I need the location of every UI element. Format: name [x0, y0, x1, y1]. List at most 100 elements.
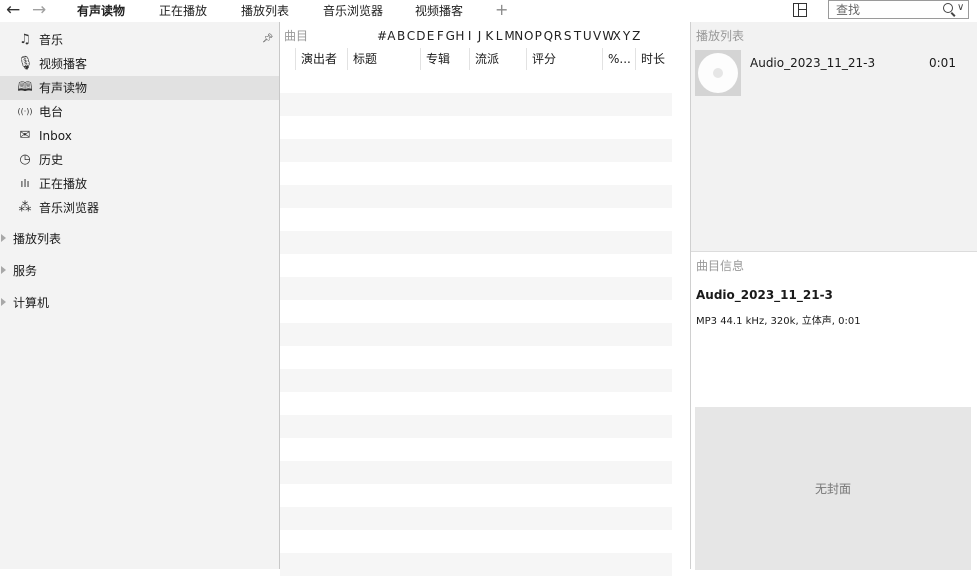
- empty-track-row: [280, 438, 672, 461]
- column-header-duration[interactable]: 时长: [635, 48, 672, 70]
- sidebar-item-history[interactable]: ◷ 历史: [0, 148, 279, 172]
- alphabet-index-letter[interactable]: H: [455, 29, 464, 43]
- alphabet-index-letter[interactable]: G: [446, 29, 455, 43]
- equalizer-icon: ılı: [20, 177, 30, 190]
- alphabet-index-letter[interactable]: F: [436, 29, 445, 43]
- mail-icon: ✉: [19, 128, 31, 143]
- sidebar-group-label: 服务: [13, 264, 38, 278]
- column-header-album[interactable]: 专辑: [420, 48, 469, 70]
- right-info-pane: 播放列表 Audio_2023_11_21-3 0:01 曲目信息 Audio_…: [690, 22, 977, 570]
- empty-track-row: [280, 300, 672, 323]
- track-info-section-title: 曲目信息: [696, 259, 745, 273]
- playlist-item[interactable]: Audio_2023_11_21-3 0:01: [691, 48, 977, 101]
- column-header-rating[interactable]: 评分: [526, 48, 602, 70]
- playlist-item-duration: 0:01: [929, 56, 956, 70]
- tab-video-podcasts[interactable]: 视频播客: [415, 4, 463, 18]
- sidebar-item-radio[interactable]: ((·)) 电台: [0, 100, 279, 124]
- alphabet-index-letter[interactable]: Y: [622, 29, 631, 43]
- column-header-label: 时长: [641, 52, 666, 66]
- sidebar-item-label: 历史: [39, 153, 64, 167]
- sidebar-group-services[interactable]: 服务: [0, 260, 279, 282]
- empty-track-row: [280, 70, 672, 93]
- sidebar-item-audiobooks[interactable]: 🕮 有声读物: [0, 76, 279, 100]
- expand-arrow-icon[interactable]: [1, 266, 6, 274]
- track-info-title: Audio_2023_11_21-3: [696, 288, 833, 302]
- music-note-icon: ♫: [19, 32, 31, 47]
- sidebar-item-label: 正在播放: [39, 177, 88, 191]
- alphabet-index-letter[interactable]: P: [534, 29, 543, 43]
- chevron-down-icon[interactable]: ∨: [957, 2, 964, 13]
- empty-track-row: [280, 208, 672, 231]
- microphone-icon: 🎙: [17, 56, 34, 71]
- no-cover-label: 无封面: [814, 482, 851, 496]
- alphabet-index-letter[interactable]: E: [426, 29, 435, 43]
- alphabet-index-letter[interactable]: X: [612, 29, 621, 43]
- column-header-percent[interactable]: %...: [602, 48, 635, 70]
- expand-arrow-icon[interactable]: [1, 298, 6, 306]
- layout-panel-icon[interactable]: [793, 3, 807, 17]
- empty-track-row: [280, 415, 672, 438]
- alphabet-index-letter[interactable]: K: [485, 29, 494, 43]
- sidebar-item-music[interactable]: ♫ 音乐: [0, 28, 279, 52]
- book-icon: 🕮: [17, 80, 33, 95]
- sidebar-group-label: 计算机: [13, 296, 50, 310]
- alphabet-index-letter[interactable]: R: [553, 29, 562, 43]
- alphabet-index-letter[interactable]: L: [495, 29, 504, 43]
- empty-track-row: [280, 507, 672, 530]
- tab-music-browser[interactable]: 音乐浏览器: [323, 4, 383, 18]
- add-tab-icon[interactable]: +: [495, 1, 508, 19]
- forward-arrow-icon[interactable]: →: [32, 1, 46, 19]
- search-icon[interactable]: [943, 3, 953, 13]
- sidebar-item-label: 音乐: [39, 33, 64, 47]
- back-arrow-icon[interactable]: ←: [6, 1, 20, 19]
- sidebar-group-label: 播放列表: [13, 232, 62, 246]
- alphabet-index-letter[interactable]: #: [377, 29, 387, 43]
- alphabet-index-letter[interactable]: O: [524, 29, 533, 43]
- column-header-label: %...: [608, 52, 631, 66]
- alphabet-index-letter[interactable]: C: [406, 29, 415, 43]
- alphabet-index-letter[interactable]: Q: [544, 29, 553, 43]
- empty-track-row: [280, 116, 672, 139]
- empty-track-row: [280, 369, 672, 392]
- sidebar-item-now-playing[interactable]: ılı 正在播放: [0, 172, 279, 196]
- alphabet-index-letter[interactable]: V: [593, 29, 602, 43]
- alphabet-index-letter[interactable]: D: [416, 29, 425, 43]
- album-cover-placeholder: 无封面: [695, 407, 971, 570]
- alphabet-index-letter[interactable]: B: [397, 29, 406, 43]
- alphabet-index-letter[interactable]: J: [475, 29, 484, 43]
- alphabet-index-letter[interactable]: Z: [632, 29, 641, 43]
- sidebar-item-music-browser[interactable]: ⁂ 音乐浏览器: [0, 196, 279, 220]
- alphabet-index-letter[interactable]: A: [387, 29, 396, 43]
- sidebar-group-playlists[interactable]: 播放列表: [0, 228, 279, 250]
- empty-track-row: [280, 323, 672, 346]
- alphabet-index-letter[interactable]: I: [465, 29, 474, 43]
- alphabet-index-letter[interactable]: T: [573, 29, 582, 43]
- search-box[interactable]: ∨: [828, 0, 969, 19]
- empty-track-row: [280, 392, 672, 415]
- alphabet-index-letter[interactable]: M: [504, 29, 514, 43]
- empty-track-row: [280, 484, 672, 507]
- empty-track-row: [280, 162, 672, 185]
- sidebar: 📌︎ ♫ 音乐 🎙 视频播客 🕮 有声读物 ((·)) 电台 ✉ Inbox ◷…: [0, 22, 280, 569]
- clock-icon: ◷: [19, 152, 31, 167]
- column-header-genre[interactable]: 流派: [469, 48, 526, 70]
- alphabet-index-letter[interactable]: W: [602, 29, 614, 43]
- tab-playlists[interactable]: 播放列表: [241, 4, 289, 18]
- track-info-meta: MP3 44.1 kHz, 320k, 立体声, 0:01: [696, 316, 861, 327]
- alphabet-index-letter[interactable]: N: [514, 29, 523, 43]
- sidebar-group-computer[interactable]: 计算机: [0, 292, 279, 314]
- column-header-title[interactable]: 标题: [347, 48, 420, 70]
- sidebar-item-inbox[interactable]: ✉ Inbox: [0, 124, 279, 148]
- track-rows[interactable]: [280, 70, 672, 576]
- tab-now-playing[interactable]: 正在播放: [159, 4, 207, 18]
- track-info-panel: 曲目信息 Audio_2023_11_21-3 MP3 44.1 kHz, 32…: [691, 251, 977, 570]
- empty-track-row: [280, 93, 672, 116]
- column-header-artist[interactable]: 演出者: [295, 48, 347, 70]
- expand-arrow-icon[interactable]: [1, 234, 6, 242]
- search-input[interactable]: [829, 1, 940, 18]
- alphabet-index-letter[interactable]: U: [583, 29, 592, 43]
- alphabet-index-letter[interactable]: S: [563, 29, 572, 43]
- sidebar-item-video-podcasts[interactable]: 🎙 视频播客: [0, 52, 279, 76]
- column-header-label: 专辑: [426, 52, 451, 66]
- tab-audiobooks[interactable]: 有声读物: [77, 4, 125, 18]
